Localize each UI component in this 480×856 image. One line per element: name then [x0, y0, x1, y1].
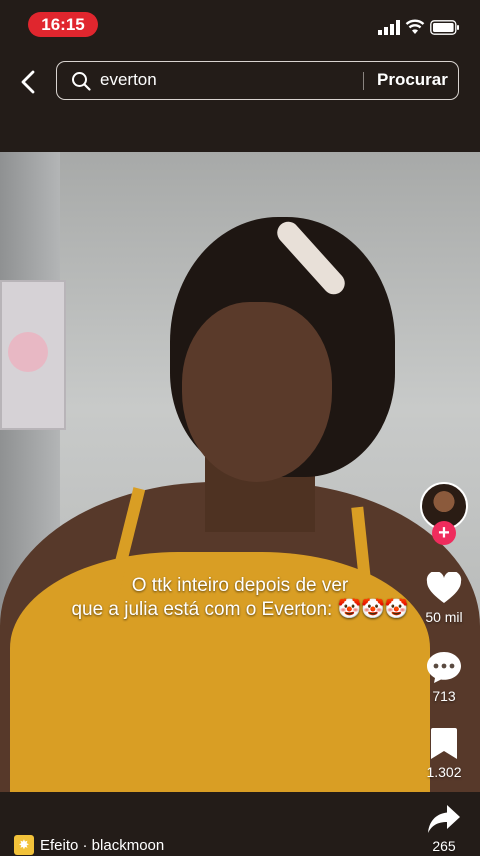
search-divider [363, 72, 364, 90]
bookmark-icon [431, 728, 457, 759]
share-button[interactable]: 265 [409, 804, 479, 854]
signal-icon [378, 20, 400, 35]
status-time: 16:15 [28, 12, 98, 37]
back-button[interactable] [14, 66, 42, 98]
status-bar: 16:15 [0, 0, 480, 50]
video-person-face [182, 302, 332, 482]
effect-link[interactable]: ✸ Efeito · blackmoon [14, 834, 164, 856]
back-icon [21, 70, 35, 94]
poster-art [8, 332, 48, 372]
video-wall-poster [0, 280, 66, 430]
comment-count: 713 [432, 688, 456, 704]
video-caption: O ttk inteiro depois de ver que a julia … [40, 574, 440, 622]
effect-icon: ✸ [14, 835, 34, 855]
wifi-icon [405, 19, 425, 34]
caption-line-2: que a julia está com o Everton: 🤡🤡🤡 [71, 599, 409, 620]
battery-icon [430, 20, 459, 35]
heart-icon [426, 572, 462, 603]
follow-button[interactable]: + [432, 521, 456, 545]
share-icon [428, 805, 460, 833]
search-submit-button[interactable]: Procurar [377, 62, 448, 98]
share-count: 265 [432, 838, 456, 854]
search-input[interactable] [100, 62, 350, 98]
comment-icon [427, 652, 461, 683]
save-count: 1.302 [426, 764, 462, 780]
search-box[interactable]: Procurar [56, 61, 459, 100]
comment-button[interactable]: 713 [409, 650, 479, 704]
search-icon [72, 72, 91, 91]
video-player[interactable] [0, 152, 480, 792]
save-button[interactable]: 1.302 [409, 727, 479, 780]
like-button[interactable]: 50 mil [409, 572, 479, 625]
like-count: 50 mil [425, 609, 463, 625]
effect-label: Efeito · blackmoon [40, 836, 165, 854]
caption-line-1: O ttk inteiro depois de ver [131, 575, 349, 596]
